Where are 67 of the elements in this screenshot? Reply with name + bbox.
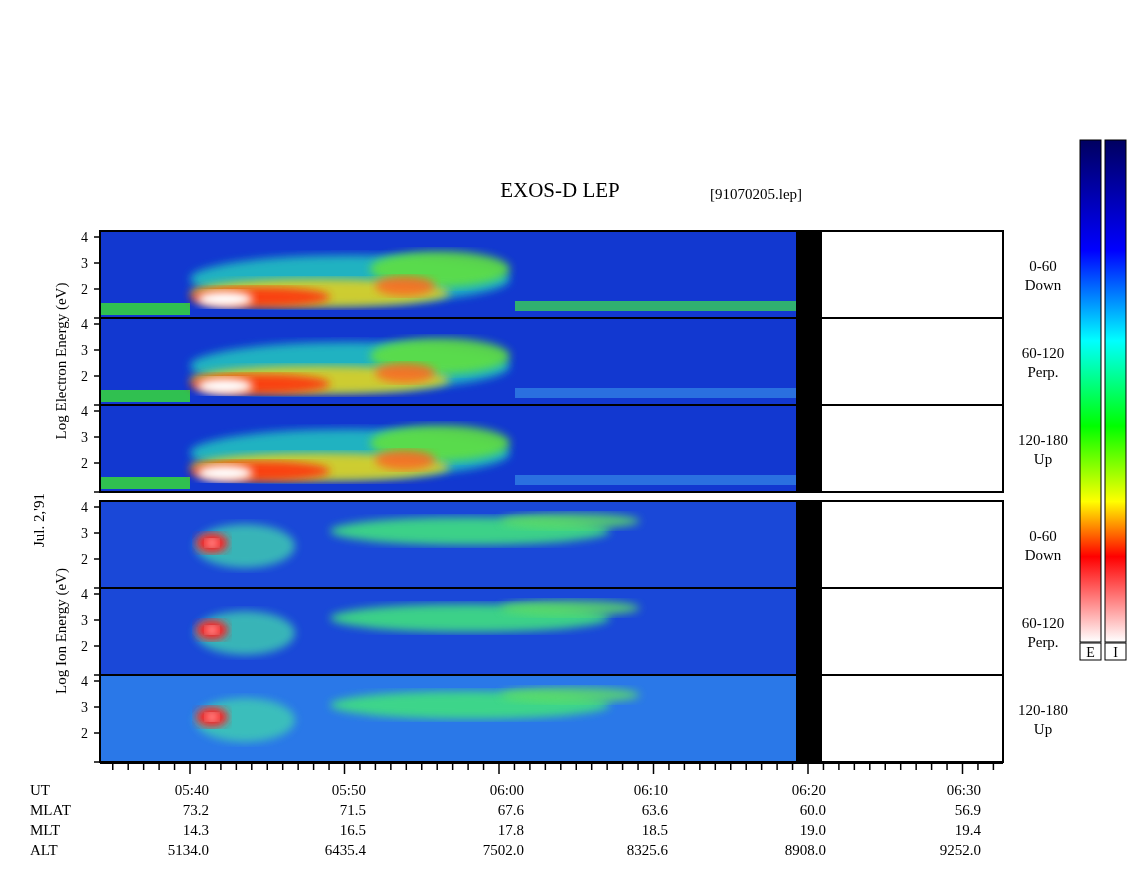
axis-tick-label: 4 — [81, 500, 88, 515]
direction-label: Down — [1024, 547, 1062, 563]
axis-tick-label: 4 — [81, 230, 88, 245]
axis-tick-label: 4 — [81, 404, 88, 419]
value-label: 9252.0 — [939, 842, 981, 858]
row-label: UT — [30, 782, 50, 798]
row-label: MLT — [30, 822, 61, 838]
axis-tick-label: 2 — [81, 552, 88, 567]
axis-tick-label: 3 — [81, 256, 88, 271]
value-label: 71.5 — [339, 802, 366, 818]
date-label: Jul. 2,'91 — [31, 493, 47, 547]
pitch-angle-label: 120-180 — [1018, 702, 1068, 718]
axis-tick-label: 2 — [81, 726, 88, 741]
value-label: 73.2 — [182, 802, 209, 818]
time-label: 05:40 — [174, 782, 209, 798]
pitch-angle-label: 0-60 — [1029, 258, 1057, 274]
axis-tick-label: 4 — [81, 587, 88, 602]
axis-tick-label: 4 — [81, 674, 88, 689]
value-label: 63.6 — [641, 802, 668, 818]
axis-tick-label: 4 — [81, 317, 88, 332]
value-label: 16.5 — [339, 822, 366, 838]
scale-label: I — [1113, 645, 1118, 660]
value-label: 6435.4 — [324, 842, 366, 858]
scale-label-box — [1079, 642, 1102, 661]
axis-tick-label: 2 — [81, 456, 88, 471]
value-label: 19.0 — [799, 822, 826, 838]
time-label: 06:30 — [946, 782, 981, 798]
pitch-angle-label: 0-60 — [1029, 528, 1057, 544]
time-label: 06:20 — [791, 782, 826, 798]
direction-label: Down — [1024, 277, 1062, 293]
direction-label: Perp. — [1027, 364, 1059, 380]
plot-title: EXOS-D LEP — [500, 178, 620, 202]
scale-label: E — [1086, 645, 1095, 660]
axis-title: Log Electron Energy (eV) — [53, 282, 69, 440]
scale-label-box — [1104, 642, 1127, 661]
row-label: MLAT — [30, 802, 71, 818]
value-label: 7502.0 — [482, 842, 524, 858]
value-label: 17.8 — [497, 822, 524, 838]
axis-title: Log Ion Energy (eV) — [53, 568, 69, 694]
value-label: 8908.0 — [784, 842, 826, 858]
time-label: 06:10 — [633, 782, 668, 798]
direction-label: Up — [1033, 451, 1053, 467]
axis-tick-label: 3 — [81, 526, 88, 541]
pitch-angle-label: 60-120 — [1021, 345, 1065, 361]
value-label: 56.9 — [954, 802, 981, 818]
axis-tick-label: 2 — [81, 369, 88, 384]
pitch-angle-label: 120-180 — [1018, 432, 1068, 448]
time-label: 05:50 — [331, 782, 366, 798]
value-label: 19.4 — [954, 822, 981, 838]
axis-tick-label: 2 — [81, 282, 88, 297]
direction-label: Up — [1033, 721, 1053, 737]
row-label: ALT — [30, 842, 58, 858]
time-label: 06:00 — [489, 782, 524, 798]
value-label: 14.3 — [182, 822, 209, 838]
file-name: [91070205.lep] — [710, 186, 803, 202]
axis-tick-label: 3 — [81, 343, 88, 358]
axis-tick-label: 3 — [81, 430, 88, 445]
value-label: 8325.6 — [626, 842, 668, 858]
direction-label: Perp. — [1027, 634, 1059, 650]
value-label: 18.5 — [641, 822, 668, 838]
value-label: 67.6 — [497, 802, 524, 818]
pitch-angle-label: 60-120 — [1021, 615, 1065, 631]
value-label: 60.0 — [799, 802, 826, 818]
axis-tick-label: 2 — [81, 639, 88, 654]
axis-tick-label: 3 — [81, 613, 88, 628]
axis-tick-label: 3 — [81, 700, 88, 715]
value-label: 5134.0 — [167, 842, 209, 858]
